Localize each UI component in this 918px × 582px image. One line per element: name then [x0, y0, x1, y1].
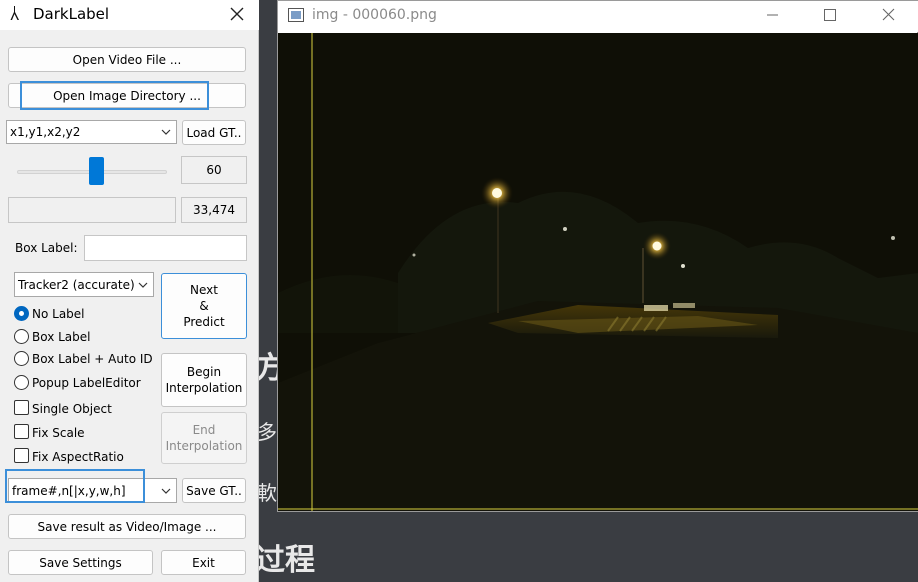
- darklabel-window: DarkLabel Open Video File ... Open Image…: [0, 0, 259, 582]
- gt-format-value: x1,y1,x2,y2: [10, 125, 81, 139]
- tracker-select[interactable]: Tracker2 (accurate): [14, 272, 154, 297]
- tracker-select-value: Tracker2 (accurate): [18, 277, 135, 292]
- current-frame-display: 60: [181, 156, 247, 184]
- end-interpolation-line: Interpolation: [165, 439, 243, 453]
- focus-highlight-box: [20, 81, 209, 110]
- save-settings-button[interactable]: Save Settings: [8, 550, 153, 575]
- image-window-title: img - 000060.png: [312, 7, 437, 23]
- background-text-fragment: 軟: [257, 481, 277, 505]
- box-label-caption: Box Label:: [15, 241, 78, 255]
- status-display: [8, 197, 176, 223]
- begin-interpolation-line: Begin: [186, 365, 222, 379]
- gt-format-select[interactable]: x1,y1,x2,y2: [6, 120, 177, 144]
- darklabel-app-icon: [7, 4, 23, 24]
- radio-label: Popup LabelEditor: [32, 376, 141, 390]
- next-predict-line: Next: [190, 283, 218, 297]
- focus-highlight-box: [5, 469, 145, 503]
- checkbox-single-object[interactable]: [14, 400, 29, 415]
- open-video-file-button[interactable]: Open Video File ...: [8, 47, 246, 72]
- frame-slider-thumb[interactable]: [89, 157, 104, 185]
- close-icon[interactable]: [865, 1, 911, 29]
- checkbox-label: Fix Scale: [32, 426, 85, 440]
- checkbox-fix-scale[interactable]: [14, 424, 29, 439]
- save-gt-button[interactable]: Save GT..: [182, 478, 246, 503]
- end-interpolation-button[interactable]: End Interpolation: [161, 412, 247, 464]
- next-predict-line: &: [199, 299, 209, 313]
- checkbox-fix-aspect-ratio[interactable]: [14, 448, 29, 463]
- window-title: DarkLabel: [33, 5, 110, 23]
- minimize-icon[interactable]: [749, 1, 795, 29]
- load-gt-button[interactable]: Load GT..: [182, 120, 246, 145]
- exit-button[interactable]: Exit: [161, 550, 246, 575]
- background-text-fragment: 多: [257, 420, 277, 444]
- end-interpolation-line: End: [192, 423, 216, 437]
- box-label-input[interactable]: [84, 235, 247, 261]
- save-result-button[interactable]: Save result as Video/Image ...: [8, 514, 246, 539]
- checkbox-label: Single Object: [32, 402, 112, 416]
- radio-box-label-auto-id[interactable]: [14, 351, 29, 366]
- total-frames-display: 33,474: [181, 197, 247, 223]
- radio-label: Box Label: [32, 330, 91, 344]
- begin-interpolation-button[interactable]: Begin Interpolation: [161, 353, 247, 407]
- begin-interpolation-line: Interpolation: [165, 381, 243, 395]
- chevron-down-icon: [138, 279, 148, 289]
- image-window-icon: [288, 8, 304, 22]
- close-icon[interactable]: [225, 3, 249, 25]
- chevron-down-icon: [161, 485, 171, 495]
- radio-popup-label-editor[interactable]: [14, 375, 29, 390]
- checkbox-label: Fix AspectRatio: [32, 450, 124, 464]
- radio-label: Box Label + Auto ID: [32, 352, 153, 366]
- darklabel-titlebar[interactable]: DarkLabel: [0, 0, 259, 30]
- image-viewer-window: img - 000060.png: [277, 0, 918, 512]
- radio-label: No Label: [32, 307, 85, 321]
- night-street-image[interactable]: [278, 33, 918, 511]
- night-street-scene: [278, 33, 918, 511]
- chevron-down-icon: [161, 126, 171, 136]
- background-heading-fragment: 过程: [255, 543, 315, 578]
- next-predict-line: Predict: [183, 315, 225, 329]
- radio-no-label[interactable]: [14, 306, 29, 321]
- maximize-icon[interactable]: [806, 1, 852, 29]
- radio-box-label[interactable]: [14, 329, 29, 344]
- next-predict-button[interactable]: Next & Predict: [161, 273, 247, 339]
- image-viewer-titlebar[interactable]: img - 000060.png: [278, 1, 918, 32]
